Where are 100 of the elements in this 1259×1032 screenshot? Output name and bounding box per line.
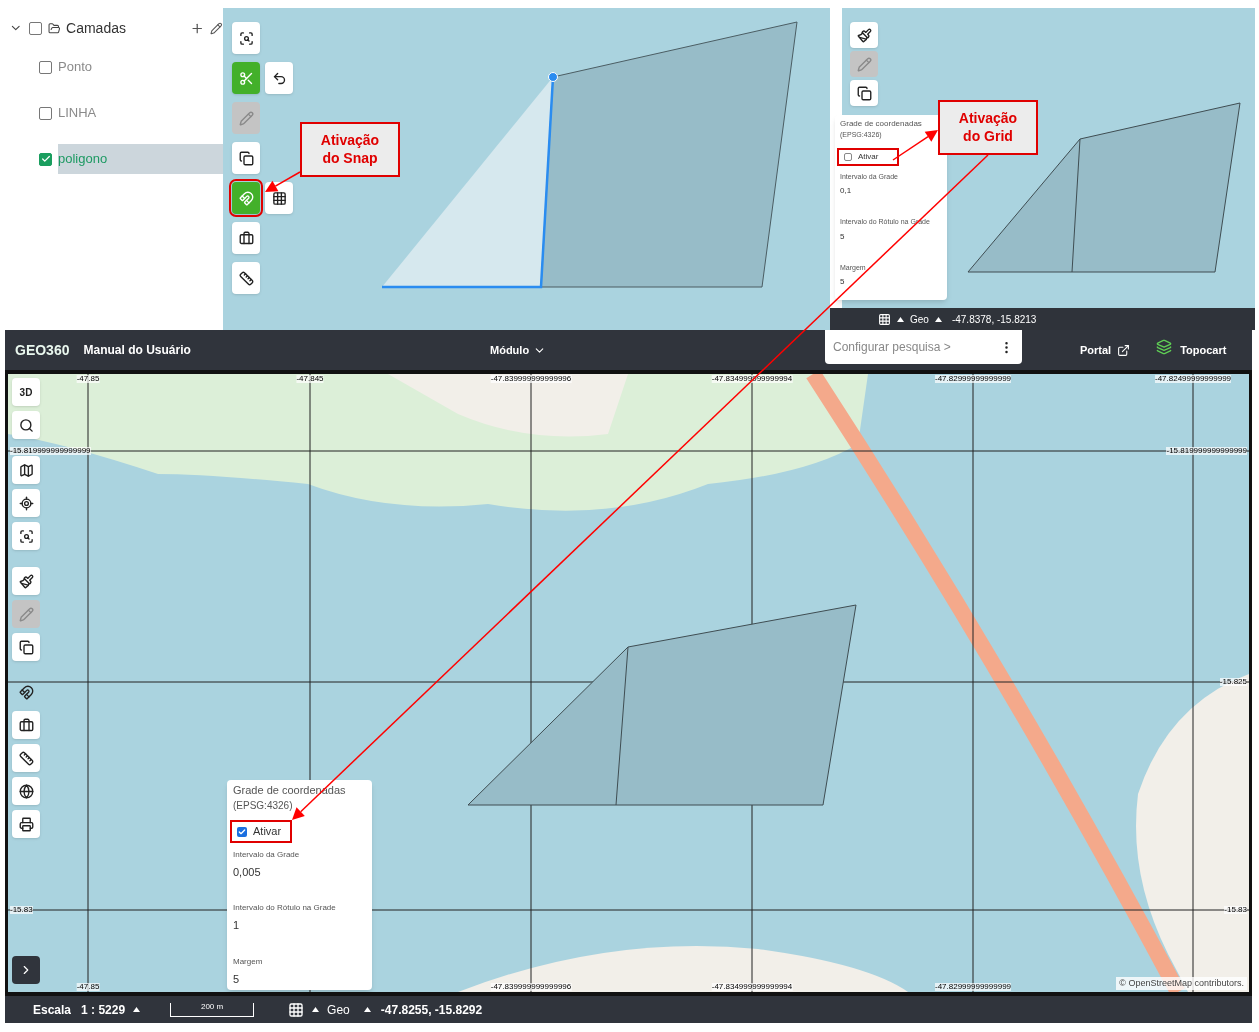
grid-icon[interactable] xyxy=(878,312,891,326)
coordinates-readout: -47.8378, -15.8213 xyxy=(951,312,1037,327)
layer-group-title: Camadas xyxy=(66,18,126,38)
field-value[interactable]: 5 xyxy=(233,970,366,988)
print-icon xyxy=(18,816,34,832)
grid-label: -15.819999999999999 xyxy=(10,447,91,455)
pencil-icon xyxy=(18,606,34,622)
field-value[interactable]: 1 xyxy=(233,917,366,934)
map-attribution: © OpenStreetMap contributors. xyxy=(1116,976,1247,990)
grid-icon xyxy=(271,190,287,206)
grid-label: -47.834999999999994 xyxy=(711,983,793,991)
checkbox-label: Ativar xyxy=(858,150,879,163)
magnet-icon xyxy=(238,190,254,206)
portal-link[interactable]: Portal xyxy=(1080,341,1131,359)
tool-button[interactable] xyxy=(232,222,260,254)
map-icon xyxy=(18,462,34,478)
caret-up-icon[interactable] xyxy=(133,1007,141,1012)
crosshair-icon xyxy=(18,495,34,511)
external-link-icon xyxy=(1117,343,1131,357)
zoom-box-icon xyxy=(238,30,254,46)
field-value[interactable]: 5 xyxy=(840,276,942,289)
layer-item[interactable]: Ponto xyxy=(58,52,223,82)
edit-icon[interactable] xyxy=(210,21,223,35)
checkbox[interactable] xyxy=(39,106,52,120)
grid-label: -47.85 xyxy=(76,375,100,383)
field-label: Intervalo do Rótulo na Grade xyxy=(233,902,337,915)
layer-item[interactable]: LINHA xyxy=(58,98,223,128)
brush-icon xyxy=(856,27,872,43)
caret-up-icon[interactable] xyxy=(363,1007,371,1012)
scale-value[interactable]: 1 : 5229 xyxy=(81,1000,126,1019)
briefcase-icon xyxy=(18,717,34,733)
tool-button[interactable] xyxy=(12,810,40,838)
pencil-icon xyxy=(856,56,872,72)
field-value[interactable]: 0,1 xyxy=(840,185,942,198)
grid-label: -15.819999999999999 xyxy=(1166,447,1247,455)
caret-up-icon[interactable] xyxy=(934,316,942,322)
grid-label: -47.839999999999996 xyxy=(490,983,572,991)
logo[interactable]: GEO360 xyxy=(15,339,70,361)
tool-button[interactable] xyxy=(12,522,40,550)
checkbox-label: Ativar xyxy=(253,824,282,840)
ruler-icon xyxy=(238,270,254,286)
copy-icon xyxy=(856,85,872,101)
magnet-icon xyxy=(18,684,34,700)
tool-button[interactable] xyxy=(232,142,260,174)
search-field[interactable]: Configurar pesquisa > xyxy=(825,330,1022,364)
module-menu[interactable]: Módulo xyxy=(485,341,825,359)
undo-icon xyxy=(271,70,287,86)
tool-button[interactable] xyxy=(12,711,40,739)
tool-button[interactable] xyxy=(850,22,878,48)
grid-label: -15.83 xyxy=(10,906,33,914)
tool-button[interactable] xyxy=(12,777,40,805)
checkbox[interactable] xyxy=(28,21,42,35)
tool-button[interactable] xyxy=(850,80,878,106)
checkbox[interactable] xyxy=(844,152,852,161)
tool-button[interactable] xyxy=(12,633,40,661)
grid-label: -15.825 xyxy=(1219,678,1247,686)
search-icon xyxy=(18,417,34,433)
field-value[interactable]: 5 xyxy=(840,230,942,243)
field-label: Margem xyxy=(233,955,264,968)
tool-button[interactable] xyxy=(232,22,260,54)
pencil-icon xyxy=(238,110,254,126)
layers-icon xyxy=(1156,339,1173,355)
check-icon xyxy=(40,154,51,164)
tool-button[interactable] xyxy=(12,456,40,484)
tool-button[interactable] xyxy=(12,567,40,595)
tool-button[interactable] xyxy=(265,182,293,214)
panel-subtitle: (EPSG:4326) xyxy=(233,799,294,813)
grid-label: -15.83 xyxy=(1224,906,1247,914)
scale-label: Escala xyxy=(33,1001,72,1019)
search-input[interactable]: Configurar pesquisa > xyxy=(833,338,983,356)
field-label: Intervalo da Grade xyxy=(233,848,301,861)
briefcase-icon xyxy=(238,230,254,246)
tool-button[interactable] xyxy=(12,489,40,517)
coordinates-readout: -47.8255, -15.8292 xyxy=(380,1001,483,1019)
grid-label: -47.82999999999999 xyxy=(934,375,1012,383)
grid-label: -47.845 xyxy=(296,375,324,383)
tool-button[interactable] xyxy=(12,744,40,772)
checkbox[interactable] xyxy=(39,152,52,166)
copy-icon xyxy=(238,150,254,166)
brush-icon xyxy=(18,573,34,589)
projection-label[interactable]: Geo xyxy=(327,1000,350,1019)
grid-label: -47.82499999999999 xyxy=(1154,375,1232,383)
checkbox[interactable] xyxy=(237,826,247,837)
callout-text: Ativação do Snap xyxy=(319,132,381,167)
caret-up-icon[interactable] xyxy=(312,1007,320,1012)
check-icon xyxy=(238,827,246,836)
field-value[interactable]: 0,005 xyxy=(233,863,366,881)
globe-icon xyxy=(18,783,34,799)
copy-icon xyxy=(18,639,34,655)
3d-button[interactable]: 3D xyxy=(12,378,40,406)
projection-label[interactable]: Geo xyxy=(910,311,929,327)
grid-icon[interactable] xyxy=(288,1001,305,1018)
tool-button[interactable] xyxy=(232,262,260,294)
caret-up-icon[interactable] xyxy=(897,316,904,322)
expand-button[interactable] xyxy=(12,956,40,984)
grid-label: -47.85 xyxy=(76,983,100,991)
tool-button[interactable] xyxy=(12,411,40,439)
checkbox[interactable] xyxy=(39,60,52,74)
tool-button[interactable] xyxy=(265,62,293,94)
grid-label: -47.839999999999996 xyxy=(490,375,572,383)
